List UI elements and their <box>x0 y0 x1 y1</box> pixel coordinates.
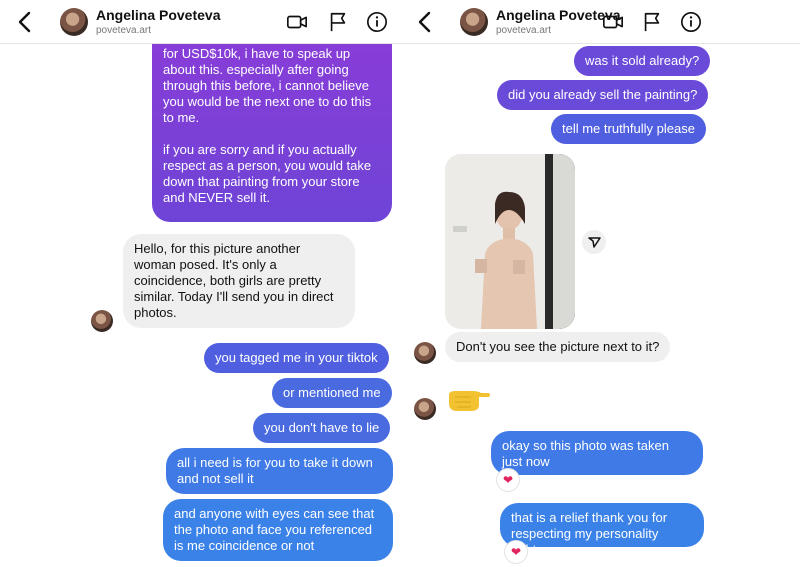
contact-name[interactable]: Angelina Poveteva <box>96 7 221 23</box>
flag-icon[interactable] <box>641 11 663 33</box>
chat-header: Angelina Poveteva poveteva.art <box>0 0 400 44</box>
outgoing-message[interactable]: tell me truthfully please <box>551 114 706 144</box>
share-icon[interactable] <box>582 230 606 254</box>
heart-icon[interactable]: ❤ <box>496 468 520 492</box>
outgoing-message[interactable]: did you already sell the painting? <box>497 80 709 110</box>
info-icon[interactable] <box>680 11 702 33</box>
avatar[interactable] <box>60 8 88 36</box>
outgoing-message[interactable]: you don't have to lie <box>253 413 391 443</box>
back-chevron-icon[interactable] <box>14 10 36 34</box>
outgoing-message[interactable]: was it sold already? <box>574 46 711 76</box>
sender-avatar <box>414 342 436 364</box>
back-chevron-icon[interactable] <box>414 10 436 34</box>
outgoing-message[interactable]: or mentioned me <box>272 378 392 408</box>
pointing-right-hand-icon[interactable] <box>445 385 491 413</box>
heart-icon[interactable]: ❤ <box>504 540 528 564</box>
photo-image <box>445 154 575 329</box>
chat-panel-left: Angelina Poveteva poveteva.art for USD$1… <box>0 0 400 567</box>
avatar[interactable] <box>460 8 488 36</box>
chat-panel-right: Angelina Poveteva poveteva.art was it so… <box>400 0 800 567</box>
outgoing-message[interactable]: okay so this photo was taken just now <box>491 431 703 475</box>
outgoing-message[interactable]: and anyone with eyes can see that the ph… <box>163 499 393 561</box>
chat-header: Angelina Poveteva poveteva.art <box>400 0 800 44</box>
outgoing-message[interactable]: all i need is for you to take it down an… <box>166 448 393 494</box>
shared-photo[interactable] <box>445 154 575 329</box>
flag-icon[interactable] <box>327 11 349 33</box>
video-call-icon[interactable] <box>602 11 624 33</box>
outgoing-message[interactable]: you tagged me in your tiktok <box>204 343 389 373</box>
sender-avatar <box>414 398 436 420</box>
outgoing-message[interactable]: for USD$10k, i have to speak up about th… <box>152 30 392 222</box>
video-call-icon[interactable] <box>286 11 308 33</box>
contact-handle: poveteva.art <box>496 25 552 36</box>
sender-avatar <box>91 310 113 332</box>
info-icon[interactable] <box>366 11 388 33</box>
incoming-message[interactable]: Don't you see the picture next to it? <box>445 332 671 362</box>
incoming-message[interactable]: Hello, for this picture another woman po… <box>123 234 355 328</box>
contact-handle: poveteva.art <box>96 25 152 36</box>
outgoing-message[interactable]: that is a relief thank you for respectin… <box>500 503 704 557</box>
